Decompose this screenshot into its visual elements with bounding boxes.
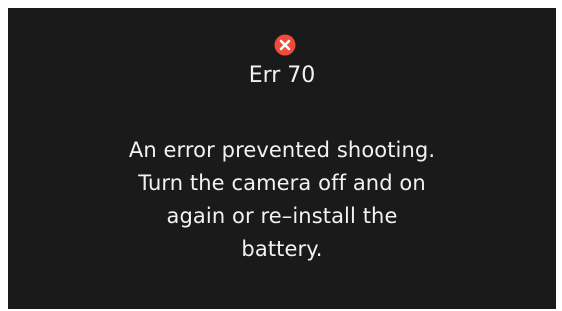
camera-error-screen: Err 70 An error prevented shooting. Turn… [8, 8, 556, 309]
error-message-line: battery. [241, 237, 323, 261]
error-message: An error prevented shooting. Turn the ca… [8, 134, 556, 266]
error-message-line: Turn the camera off and on [138, 171, 426, 195]
error-message-line: An error prevented shooting. [128, 138, 436, 162]
error-code: Err 70 [248, 63, 316, 88]
error-message-line: again or re–install the [166, 204, 398, 228]
error-x-icon [274, 34, 296, 56]
